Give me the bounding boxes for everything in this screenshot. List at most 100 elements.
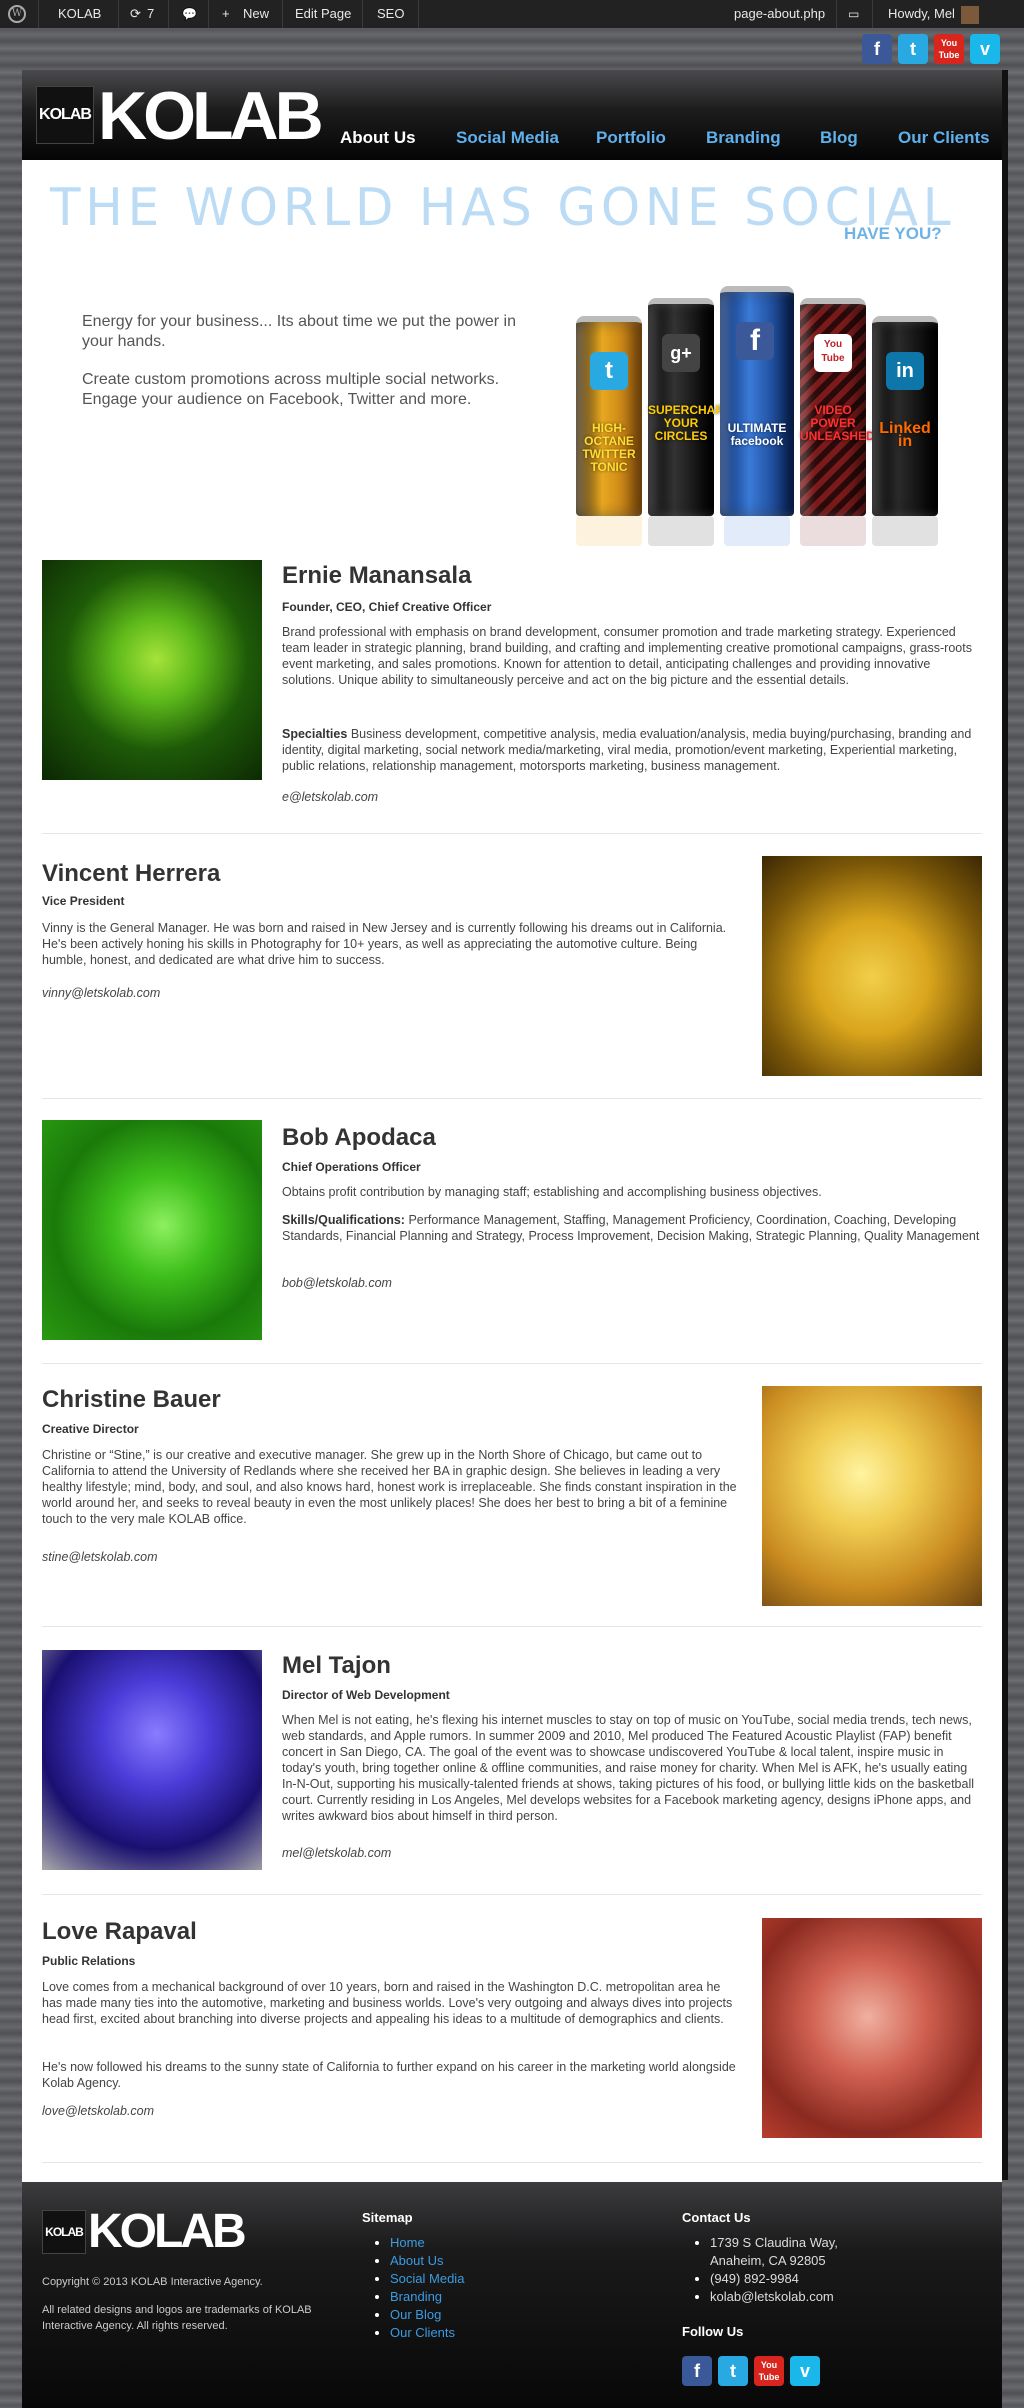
updates-count[interactable]: 7	[147, 0, 154, 28]
sitemap-item: Our Blog	[390, 2306, 464, 2324]
footer-youtube-icon[interactable]: You Tube	[754, 2356, 784, 2386]
nav-social-media[interactable]: Social Media	[456, 128, 559, 148]
sitemap-link-home[interactable]: Home	[390, 2235, 425, 2250]
team-photo-vincent	[762, 856, 982, 1076]
sitemap-link-branding[interactable]: Branding	[390, 2289, 442, 2304]
team-role: Founder, CEO, Chief Creative Officer	[282, 600, 492, 614]
can-label: VIDEO POWER UNLEASHED	[800, 403, 875, 443]
team-email[interactable]: vinny@letskolab.com	[42, 986, 160, 1000]
google-plus-icon: g+	[662, 334, 700, 372]
team-bio: Love comes from a mechanical background …	[42, 1980, 733, 2026]
contact-address: 1739 S Claudina Way, Anaheim, CA 92805	[710, 2234, 890, 2270]
nav-about-us[interactable]: About Us	[340, 128, 416, 148]
can-reflection	[872, 516, 938, 546]
separator	[118, 0, 119, 28]
can-reflection	[648, 516, 714, 546]
team-photo-mel	[42, 1650, 262, 1870]
logo-wordmark[interactable]: KOLAB	[98, 78, 324, 154]
team-photo-bob	[42, 1120, 262, 1340]
team-role: Director of Web Development	[282, 1688, 450, 1702]
sitemap-link-social-media[interactable]: Social Media	[390, 2271, 464, 2286]
sitemap-item: Social Media	[390, 2270, 464, 2288]
admin-new-link[interactable]: New	[243, 0, 269, 28]
team-email[interactable]: e@letskolab.com	[282, 790, 378, 804]
team-email[interactable]: mel@letskolab.com	[282, 1846, 391, 1860]
team-bio: Brand professional with emphasis on bran…	[282, 625, 972, 687]
contact-list: 1739 S Claudina Way, Anaheim, CA 92805 (9…	[692, 2234, 890, 2306]
site-footer: KOLAB KOLAB Copyright © 2013 KOLAB Inter…	[22, 2182, 1002, 2408]
team-role: Chief Operations Officer	[282, 1160, 421, 1174]
facebook-icon[interactable]: f	[862, 34, 892, 64]
facebook-can: f ULTIMATE facebook	[720, 286, 794, 516]
separator	[282, 0, 283, 28]
hero-paragraph-1: Energy for your business... Its about ti…	[82, 313, 516, 350]
sitemap-link-blog[interactable]: Our Blog	[390, 2307, 441, 2322]
user-avatar[interactable]	[960, 5, 979, 24]
separator	[208, 0, 209, 28]
footer-copyright: Copyright © 2013 KOLAB Interactive Agenc…	[42, 2276, 263, 2288]
nav-portfolio[interactable]: Portfolio	[596, 128, 666, 148]
vimeo-icon[interactable]: v	[970, 34, 1000, 64]
contact-phone-item: (949) 892-9984	[710, 2270, 890, 2288]
team-photo-ernie	[42, 560, 262, 780]
howdy-user[interactable]: Howdy, Mel	[888, 0, 979, 28]
updates-icon[interactable]: ⟳	[130, 0, 141, 28]
team-name: Love Rapaval	[42, 1918, 197, 1945]
team-email[interactable]: bob@letskolab.com	[282, 1276, 392, 1290]
divider	[42, 1098, 982, 1099]
team-bio: When Mel is not eating, he's flexing his…	[282, 1713, 975, 1823]
twitter-icon[interactable]: t	[898, 34, 928, 64]
notes-icon[interactable]: ▭	[848, 0, 859, 28]
separator	[418, 0, 419, 28]
separator	[836, 0, 837, 28]
contact-phone[interactable]: (949) 892-9984	[710, 2271, 799, 2286]
contact-title: Contact Us	[682, 2210, 751, 2225]
admin-edit-page-link[interactable]: Edit Page	[295, 0, 351, 28]
nav-blog[interactable]: Blog	[820, 128, 858, 148]
youtube-icon[interactable]: You Tube	[934, 34, 964, 64]
comments-icon[interactable]: 💬	[182, 0, 197, 28]
logo-mark[interactable]: KOLAB	[36, 86, 94, 144]
nav-branding[interactable]: Branding	[706, 128, 781, 148]
team-email[interactable]: love@letskolab.com	[42, 2104, 154, 2118]
team-bio: Vinny is the General Manager. He was bor…	[42, 921, 727, 967]
divider	[42, 833, 982, 834]
footer-logo-wordmark[interactable]: KOLAB	[88, 2204, 247, 2260]
hero-tagline: HAVE YOU?	[844, 224, 942, 243]
can-reflection	[576, 516, 642, 546]
team-role: Creative Director	[42, 1422, 139, 1436]
footer-logo-mark[interactable]: KOLAB	[42, 2210, 86, 2254]
team-name: Vincent Herrera	[42, 860, 221, 887]
team-skills: Specialties Business development, compet…	[282, 726, 982, 774]
team-email[interactable]: stine@letskolab.com	[42, 1550, 158, 1564]
separator	[38, 0, 39, 28]
contact-email[interactable]: kolab@letskolab.com	[710, 2289, 834, 2304]
footer-twitter-icon[interactable]: t	[718, 2356, 748, 2386]
footer-vimeo-icon[interactable]: v	[790, 2356, 820, 2386]
sitemap-item: Home	[390, 2234, 464, 2252]
wordpress-icon[interactable]: W	[8, 5, 26, 23]
linkedin-can: in Linked in	[872, 316, 938, 516]
sitemap-link-clients[interactable]: Our Clients	[390, 2325, 455, 2340]
address-line-2: Anaheim, CA 92805	[710, 2253, 826, 2268]
footer-facebook-icon[interactable]: f	[682, 2356, 712, 2386]
howdy-label[interactable]: Howdy, Mel	[888, 6, 955, 21]
divider	[42, 2162, 982, 2163]
hero-headline: THE WORLD HAS GONE SOCIAL	[50, 178, 956, 238]
team-photo-christine	[762, 1386, 982, 1606]
nav-our-clients[interactable]: Our Clients	[898, 128, 990, 148]
sitemap-item: Our Clients	[390, 2324, 464, 2342]
team-bio-2: He's now followed his dreams to the sunn…	[42, 2060, 736, 2090]
twitter-icon: t	[590, 352, 628, 390]
skills-label: Specialties	[282, 727, 348, 741]
team-role: Vice President	[42, 894, 125, 908]
team-name: Christine Bauer	[42, 1386, 221, 1413]
linkedin-icon: in	[886, 352, 924, 390]
admin-seo-link[interactable]: SEO	[377, 0, 404, 28]
separator	[872, 0, 873, 28]
team-skills: Skills/Qualifications: Performance Manag…	[282, 1212, 982, 1244]
admin-site-link[interactable]: KOLAB	[58, 0, 101, 28]
sitemap-item: Branding	[390, 2288, 464, 2306]
sitemap-link-about[interactable]: About Us	[390, 2253, 443, 2268]
new-icon[interactable]: +	[222, 0, 230, 28]
